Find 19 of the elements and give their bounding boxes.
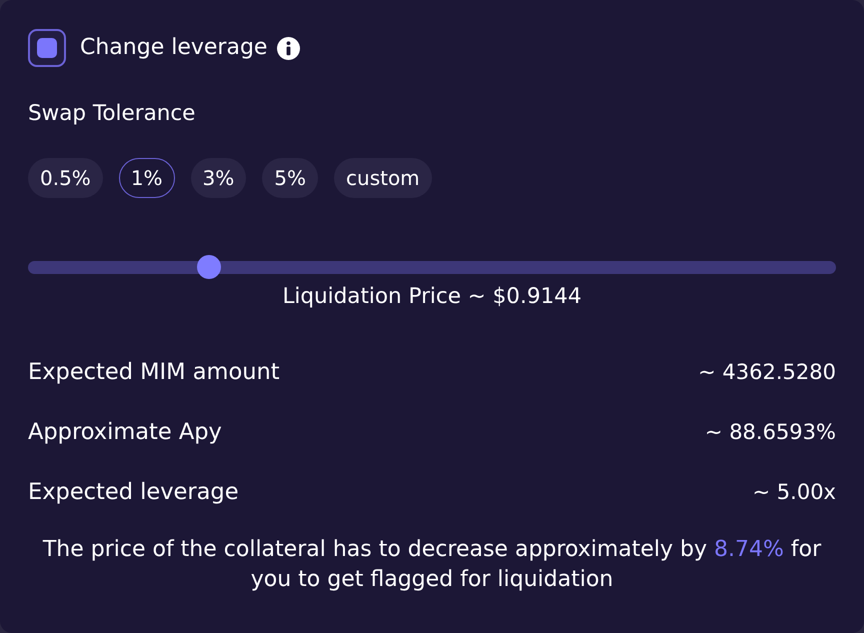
stat-value: ~ 4362.5280 [698, 360, 836, 384]
tolerance-option[interactable]: 5% [262, 158, 318, 198]
tolerance-option[interactable]: custom [334, 158, 432, 198]
checkbox-label: Change leverage [80, 35, 268, 61]
section-title: Swap Tolerance [28, 101, 196, 127]
stat-label: Approximate Apy [28, 419, 222, 445]
slider-track[interactable] [28, 255, 836, 279]
stat-value: ~ 5.00x [752, 480, 836, 504]
leverage-checkbox[interactable] [28, 29, 66, 67]
stat-label: Expected leverage [28, 479, 239, 505]
liquidation-price: Liquidation Price ~ $0.9144 [282, 284, 582, 310]
liquidation-note: The price of the collateral has to decrease approximately by 8.74% for you to get flagged for liquidation [42, 536, 822, 594]
slider-thumb[interactable] [196, 255, 221, 279]
info-icon[interactable] [277, 36, 300, 60]
stat-label: Expected MIM amount [28, 359, 280, 385]
tolerance-option[interactable]: 3% [190, 158, 246, 198]
stat-value: ~ 88.6593% [704, 420, 836, 444]
tolerance-option[interactable]: 0.5% [28, 158, 103, 198]
tolerance-option[interactable]: 1% [118, 158, 175, 198]
